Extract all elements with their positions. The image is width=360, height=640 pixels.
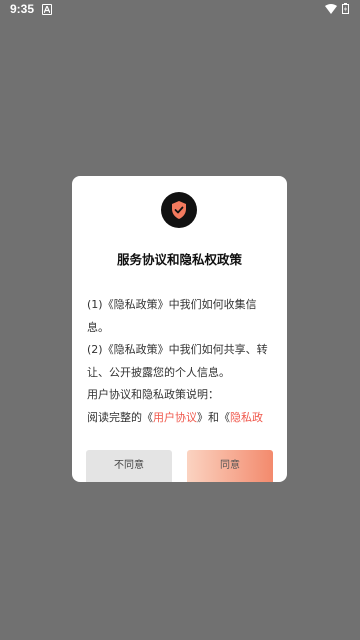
agree-button[interactable]: 同意 <box>187 450 273 482</box>
shield-check-icon <box>161 192 197 228</box>
body-line-explain: 用户协议和隐私政策说明： <box>87 388 219 401</box>
decline-button[interactable]: 不同意 <box>86 450 172 482</box>
wifi-icon <box>325 3 337 17</box>
read-mid: 》和《 <box>197 410 230 424</box>
notification-a-icon <box>42 4 52 15</box>
status-time: 9:35 <box>10 2 35 16</box>
dialog-body: (1)《隐私政策》中我们如何收集信息。 (2)《隐私政策》中我们如何共享、转让、… <box>87 294 272 430</box>
body-line-share: (2)《隐私政策》中我们如何共享、转让、公开披露您的个人信息。 <box>87 343 268 379</box>
read-prefix: 阅读完整的《 <box>87 410 153 424</box>
privacy-dialog: 服务协议和隐私权政策 (1)《隐私政策》中我们如何收集信息。 (2)《隐私政策》… <box>72 176 287 482</box>
body-line-collect: (1)《隐私政策》中我们如何收集信息。 <box>87 298 257 334</box>
body-line-read: 阅读完整的《用户协议》和《隐私政策 <box>87 407 272 431</box>
status-bar: 9:35 <box>0 0 360 20</box>
user-agreement-link[interactable]: 用户协议 <box>153 411 197 424</box>
dialog-title: 服务协议和隐私权政策 <box>116 252 242 267</box>
battery-icon <box>342 3 349 17</box>
